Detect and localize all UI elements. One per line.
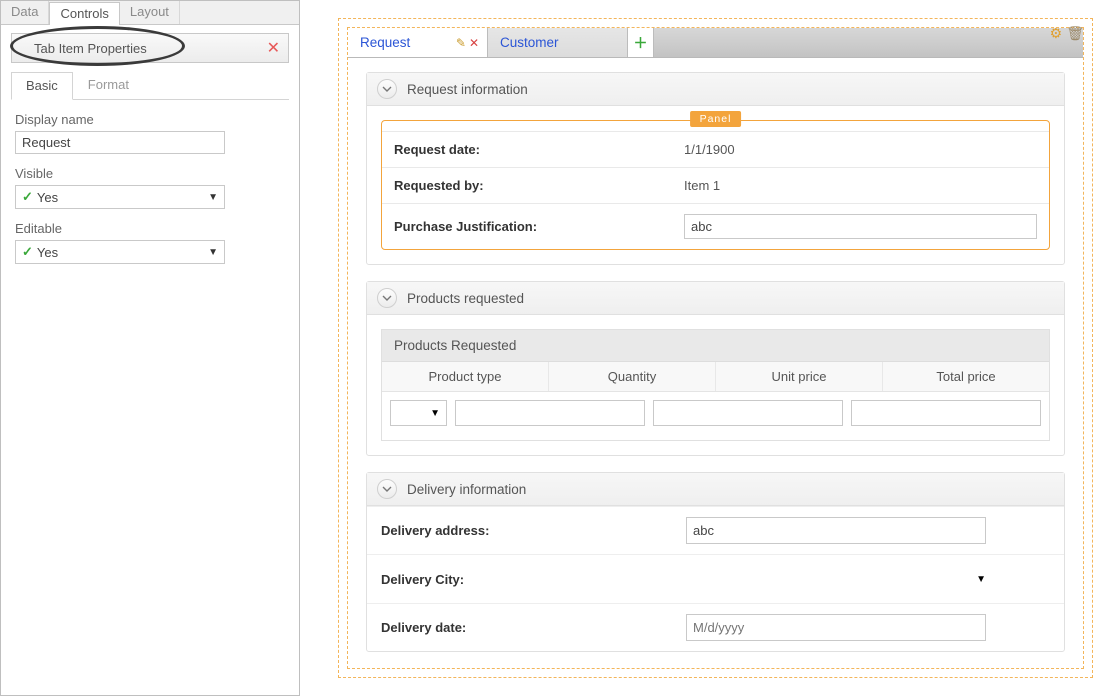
chevron-down-icon: ▼ bbox=[976, 574, 986, 585]
tab-data[interactable]: Data bbox=[1, 1, 49, 24]
label-requested-by: Requested by: bbox=[394, 178, 684, 193]
properties-form: Display name Visible ✓ Yes ▼ Editable ✓ … bbox=[1, 100, 299, 288]
select-delivery-city[interactable]: ▼ bbox=[686, 565, 986, 593]
chevron-down-icon: ▼ bbox=[430, 408, 440, 419]
input-unit-price[interactable] bbox=[653, 400, 843, 426]
input-display-name[interactable] bbox=[15, 131, 225, 154]
collapse-button[interactable] bbox=[377, 79, 397, 99]
table-header: Product type Quantity Unit price Total p… bbox=[382, 362, 1049, 392]
select-editable-value: Yes bbox=[37, 245, 208, 260]
form-tab-request-label: Request bbox=[360, 35, 410, 50]
label-delivery-address: Delivery address: bbox=[381, 523, 686, 538]
section-title: Request information bbox=[407, 82, 528, 97]
check-icon: ✓ bbox=[22, 189, 33, 205]
sidebar-tabs: Data Controls Layout bbox=[1, 1, 299, 25]
plus-icon: ＋ bbox=[634, 33, 648, 53]
label-purchase-justification: Purchase Justification: bbox=[394, 219, 684, 234]
form-tab-customer-label: Customer bbox=[500, 35, 559, 50]
edit-icon[interactable]: ✎ bbox=[456, 36, 466, 50]
label-display-name: Display name bbox=[15, 112, 285, 127]
canvas-inner: Request ✎ ✕ Customer ＋ bbox=[347, 27, 1084, 669]
panel-badge: Panel bbox=[690, 111, 742, 127]
input-delivery-date[interactable] bbox=[686, 614, 986, 641]
form-tab-request[interactable]: Request ✎ ✕ bbox=[348, 28, 488, 57]
panel-title: Tab Item Properties bbox=[34, 41, 147, 56]
subtab-format[interactable]: Format bbox=[73, 71, 144, 99]
subtabs: Basic Format bbox=[11, 71, 289, 100]
select-visible-value: Yes bbox=[37, 190, 208, 205]
section-request-info: Request information Panel Request date: … bbox=[366, 72, 1065, 265]
table-title: Products Requested bbox=[382, 330, 1049, 362]
col-product-type: Product type bbox=[382, 362, 549, 391]
label-editable: Editable bbox=[15, 221, 285, 236]
col-total-price: Total price bbox=[883, 362, 1049, 391]
section-title: Products requested bbox=[407, 291, 524, 306]
panel-tab-item-properties: Tab Item Properties ✕ bbox=[11, 33, 289, 63]
sidebar: Data Controls Layout Tab Item Properties… bbox=[0, 0, 300, 696]
collapse-button[interactable] bbox=[377, 479, 397, 499]
subtab-basic[interactable]: Basic bbox=[11, 72, 73, 100]
input-total-price[interactable] bbox=[851, 400, 1041, 426]
check-icon: ✓ bbox=[22, 244, 33, 260]
tab-layout[interactable]: Layout bbox=[120, 1, 180, 24]
gear-icon[interactable]: ⚙ bbox=[1050, 25, 1063, 42]
chevron-down-icon: ▼ bbox=[208, 192, 218, 203]
input-delivery-address[interactable] bbox=[686, 517, 986, 544]
input-quantity[interactable] bbox=[455, 400, 645, 426]
section-products: Products requested Products Requested Pr… bbox=[366, 281, 1065, 456]
collapse-button[interactable] bbox=[377, 288, 397, 308]
select-visible[interactable]: ✓ Yes ▼ bbox=[15, 185, 225, 209]
panel-box: Panel Request date: 1/1/1900 Requested b… bbox=[381, 120, 1050, 250]
canvas-area: ⚙ 🗑 Request ✎ ✕ Customer ＋ bbox=[300, 0, 1111, 696]
chevron-down-icon bbox=[382, 293, 392, 303]
form-body: Request information Panel Request date: … bbox=[348, 58, 1083, 652]
add-tab-button[interactable]: ＋ bbox=[628, 28, 654, 57]
select-editable[interactable]: ✓ Yes ▼ bbox=[15, 240, 225, 264]
input-purchase-justification[interactable] bbox=[684, 214, 1037, 239]
form-tab-customer[interactable]: Customer bbox=[488, 28, 628, 57]
close-icon[interactable]: ✕ bbox=[267, 38, 280, 58]
tab-controls[interactable]: Controls bbox=[49, 2, 119, 25]
chevron-down-icon: ▼ bbox=[208, 247, 218, 258]
chevron-down-icon bbox=[382, 84, 392, 94]
table-row: ▼ bbox=[382, 392, 1049, 440]
form-tabs: Request ✎ ✕ Customer ＋ bbox=[348, 28, 1083, 58]
col-quantity: Quantity bbox=[549, 362, 716, 391]
label-request-date: Request date: bbox=[394, 142, 684, 157]
label-visible: Visible bbox=[15, 166, 285, 181]
value-request-date: 1/1/1900 bbox=[684, 142, 1037, 157]
section-delivery: Delivery information Delivery address: D… bbox=[366, 472, 1065, 652]
section-title: Delivery information bbox=[407, 482, 526, 497]
label-delivery-city: Delivery City: bbox=[381, 572, 686, 587]
select-product-type[interactable]: ▼ bbox=[390, 400, 447, 426]
label-delivery-date: Delivery date: bbox=[381, 620, 686, 635]
trash-icon[interactable]: 🗑 bbox=[1066, 25, 1084, 42]
chevron-down-icon bbox=[382, 484, 392, 494]
products-table: Products Requested Product type Quantity… bbox=[381, 329, 1050, 441]
delete-icon[interactable]: ✕ bbox=[469, 36, 479, 50]
canvas-outer: ⚙ 🗑 Request ✎ ✕ Customer ＋ bbox=[338, 18, 1093, 678]
value-requested-by: Item 1 bbox=[684, 178, 1037, 193]
col-unit-price: Unit price bbox=[716, 362, 883, 391]
